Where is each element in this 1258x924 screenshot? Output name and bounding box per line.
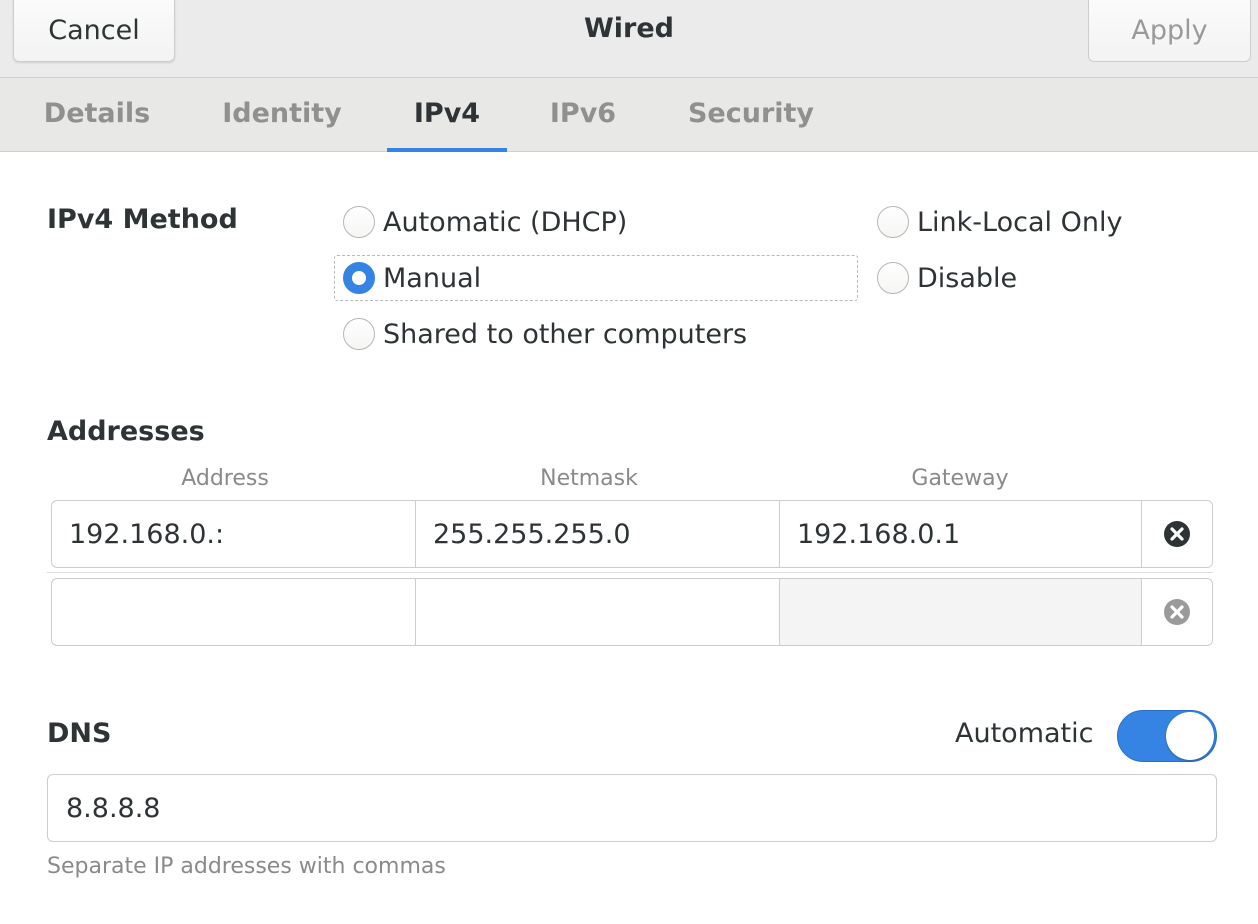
radio-automatic-dhcp[interactable]: Automatic (DHCP) — [343, 202, 627, 242]
gateway-input[interactable]: 192.168.0.1 — [780, 501, 1142, 567]
radio-indicator — [343, 318, 375, 350]
radio-shared[interactable]: Shared to other computers — [343, 314, 747, 354]
tab-security[interactable]: Security — [681, 78, 821, 152]
dns-label: DNS — [47, 718, 112, 749]
radio-indicator — [343, 262, 375, 294]
tab-ipv4[interactable]: IPv4 — [387, 78, 507, 152]
address-input[interactable] — [52, 579, 416, 645]
dns-input[interactable]: 8.8.8.8 — [47, 774, 1217, 842]
delete-row-button[interactable] — [1142, 579, 1212, 645]
dns-automatic-switch[interactable] — [1117, 710, 1217, 762]
radio-manual[interactable]: Manual — [343, 258, 481, 298]
gateway-input[interactable] — [780, 579, 1142, 645]
close-circle-icon — [1164, 599, 1190, 625]
address-row: 192.168.0.: 255.255.255.0 192.168.0.1 — [51, 500, 1213, 568]
address-row — [51, 578, 1213, 646]
dns-automatic-label: Automatic — [955, 718, 1094, 749]
radio-label: Automatic (DHCP) — [383, 206, 628, 238]
delete-row-button[interactable] — [1142, 501, 1212, 567]
netmask-input[interactable]: 255.255.255.0 — [416, 501, 780, 567]
header-bar: Wired Cancel Apply — [0, 0, 1258, 78]
tab-bar: Details Identity IPv4 IPv6 Security — [0, 78, 1258, 152]
column-header-gateway: Gateway — [911, 466, 1009, 491]
tab-details[interactable]: Details — [38, 78, 156, 152]
column-header-netmask: Netmask — [540, 466, 638, 491]
row-separator — [47, 572, 1213, 573]
addresses-label: Addresses — [47, 416, 205, 447]
radio-indicator — [877, 206, 909, 238]
radio-indicator — [343, 206, 375, 238]
netmask-input[interactable] — [416, 579, 780, 645]
column-header-address: Address — [181, 466, 269, 491]
radio-disable[interactable]: Disable — [877, 258, 1017, 298]
radio-label: Shared to other computers — [383, 318, 748, 350]
radio-label: Manual — [383, 262, 482, 294]
tab-identity[interactable]: Identity — [217, 78, 347, 152]
radio-link-local[interactable]: Link-Local Only — [877, 202, 1122, 242]
tab-ipv6[interactable]: IPv6 — [545, 78, 621, 152]
switch-knob — [1166, 712, 1214, 760]
radio-indicator — [877, 262, 909, 294]
ipv4-method-label: IPv4 Method — [47, 204, 238, 235]
dns-hint: Separate IP addresses with commas — [47, 854, 446, 879]
close-circle-icon — [1164, 521, 1190, 547]
apply-button[interactable]: Apply — [1088, 0, 1251, 62]
radio-label: Link-Local Only — [917, 206, 1123, 238]
cancel-button[interactable]: Cancel — [13, 0, 175, 62]
dialog-title: Wired — [584, 13, 674, 44]
address-input[interactable]: 192.168.0.: — [52, 501, 416, 567]
radio-label: Disable — [917, 262, 1018, 294]
